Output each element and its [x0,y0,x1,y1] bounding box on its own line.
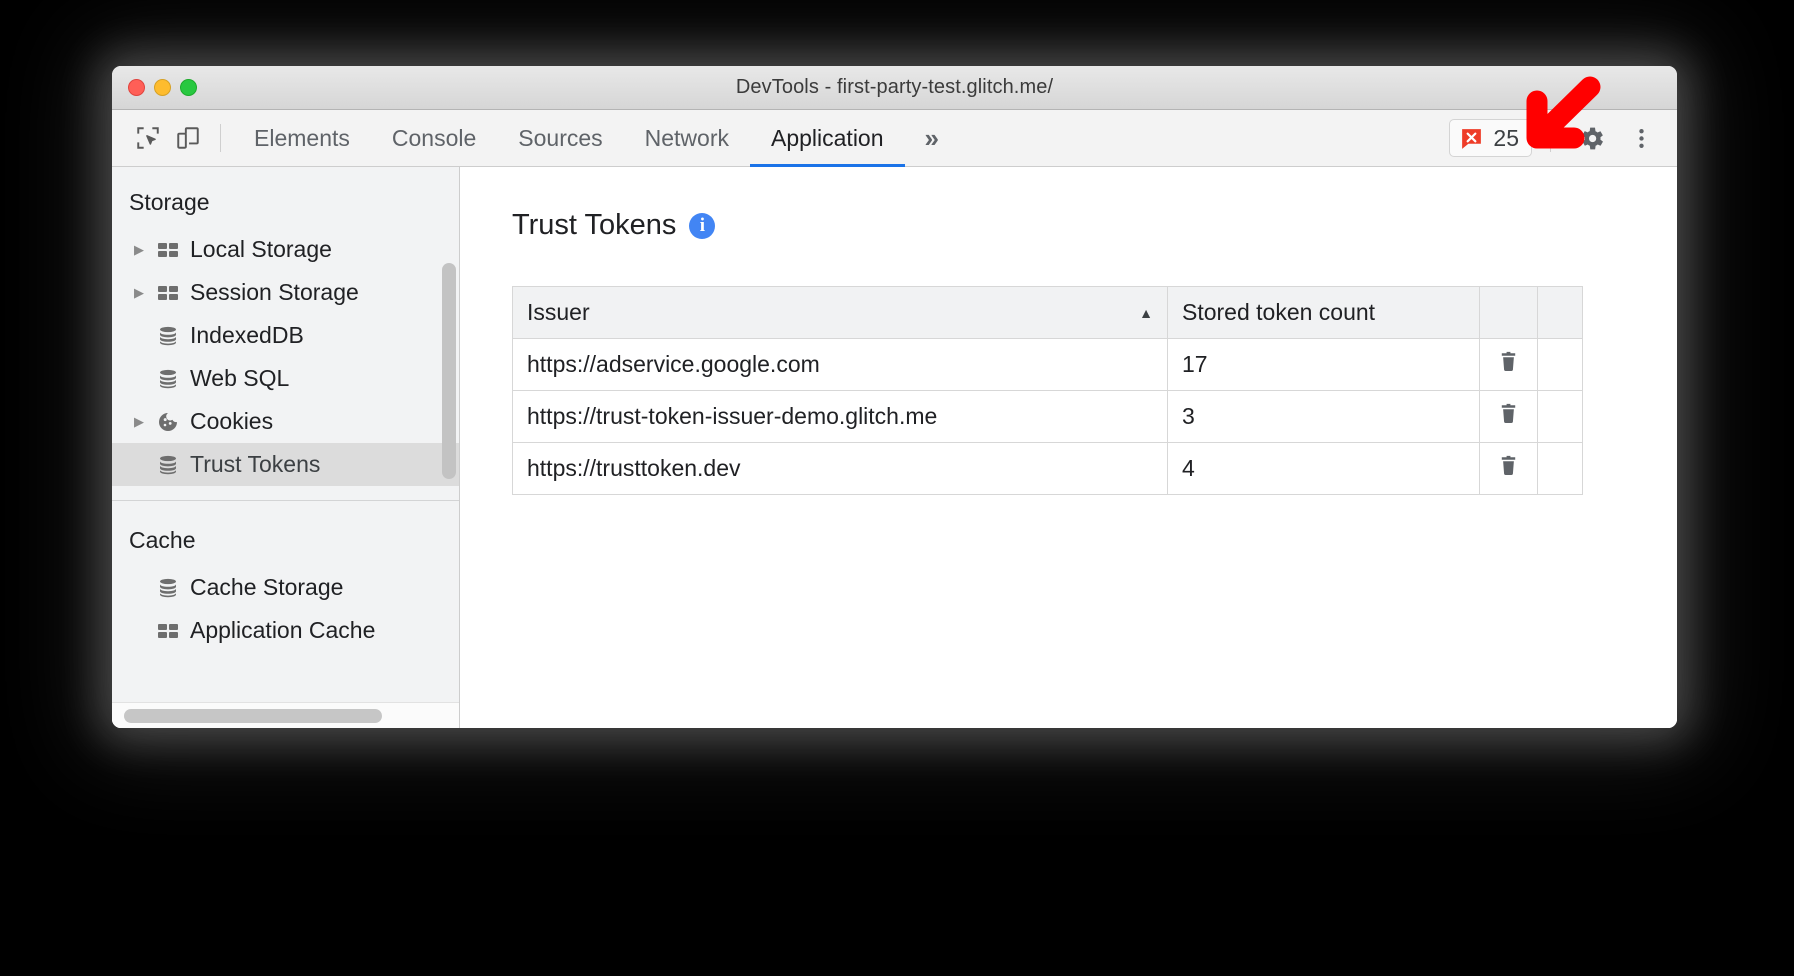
sidebar-item-indexeddb[interactable]: ▶ IndexedDB [112,314,459,357]
sidebar-item-label: Cache Storage [190,574,343,601]
table-row[interactable]: https://adservice.google.com 17 [513,339,1583,391]
sidebar-scroll-area: Storage ▶ Local Storage ▶ Session S [112,167,459,702]
table-row[interactable]: https://trust-token-issuer-demo.glitch.m… [513,391,1583,443]
sidebar-section-storage-title: Storage [112,177,459,228]
cell-issuer: https://trusttoken.dev [513,443,1168,495]
panel-header: Trust Tokens i [512,209,1677,242]
column-header-label: Stored token count [1182,299,1375,325]
cell-filler [1538,443,1583,495]
sidebar-item-label: Session Storage [190,279,359,306]
scrollbar-thumb[interactable] [124,709,382,723]
tab-application[interactable]: Application [750,110,905,167]
toolbar-divider [220,124,221,152]
error-count-label: 25 [1493,125,1519,152]
chevron-right-icon[interactable]: ▶ [134,414,156,430]
more-vertical-icon[interactable] [1619,116,1663,160]
sidebar-item-label: Trust Tokens [190,451,320,478]
table-icon [156,281,190,305]
minimize-window-button[interactable] [154,79,171,96]
red-arrow-annotation-icon [1517,75,1603,162]
sort-ascending-icon: ▲ [1139,305,1153,321]
device-toolbar-icon[interactable] [168,118,208,158]
sidebar-item-label: IndexedDB [190,322,304,349]
cell-token-count: 3 [1168,391,1480,443]
column-header-label: Issuer [527,299,590,326]
trash-icon [1497,402,1520,425]
cell-issuer: https://trust-token-issuer-demo.glitch.m… [513,391,1168,443]
sidebar-vertical-scrollbar[interactable] [442,263,456,479]
sidebar-item-label: Web SQL [190,365,289,392]
tab-elements[interactable]: Elements [233,110,371,167]
database-icon [156,324,190,348]
trash-icon [1497,454,1520,477]
table-icon [156,238,190,262]
screenshot-stage: DevTools - first-party-test.glitch.me/ E… [0,0,1794,976]
sidebar-item-application-cache[interactable]: ▶ Application Cache [112,609,459,652]
sidebar-item-trust-tokens[interactable]: ▶ Trust Tokens [112,443,459,486]
delete-token-button[interactable] [1480,391,1538,443]
tab-label: Network [645,125,729,152]
devtools-toolbar: Elements Console Sources Network Applica… [112,110,1677,167]
tab-label: Elements [254,125,350,152]
sidebar-item-label: Local Storage [190,236,332,263]
delete-token-button[interactable] [1480,339,1538,391]
sidebar-item-label: Application Cache [190,617,375,644]
sidebar-section-cache-title: Cache [112,501,459,566]
close-window-button[interactable] [128,79,145,96]
tab-label: Application [771,125,884,152]
application-sidebar: Storage ▶ Local Storage ▶ Session S [112,167,460,728]
page-title: Trust Tokens [512,209,676,242]
tab-label: Sources [518,125,602,152]
cell-token-count: 4 [1168,443,1480,495]
more-tabs-chevron-icon[interactable]: » [905,123,956,154]
sidebar-item-label: Cookies [190,408,273,435]
chevron-right-icon[interactable]: ▶ [134,285,156,301]
tab-sources[interactable]: Sources [497,110,623,167]
table-row[interactable]: https://trusttoken.dev 4 [513,443,1583,495]
cell-token-count: 17 [1168,339,1480,391]
chevron-right-icon[interactable]: ▶ [134,242,156,258]
column-header-actions[interactable] [1480,287,1538,339]
devtools-window: DevTools - first-party-test.glitch.me/ E… [112,66,1677,728]
cell-filler [1538,339,1583,391]
column-header-stored-token-count[interactable]: Stored token count [1168,287,1480,339]
window-title: DevTools - first-party-test.glitch.me/ [112,76,1677,99]
cell-issuer: https://adservice.google.com [513,339,1168,391]
database-icon [156,367,190,391]
sidebar-item-cookies[interactable]: ▶ Cookies [112,400,459,443]
sidebar-horizontal-scrollbar[interactable] [112,702,459,728]
cell-filler [1538,391,1583,443]
traffic-light-group [112,79,197,96]
trust-tokens-panel: Trust Tokens i Issuer ▲ [460,167,1677,728]
table-icon [156,619,190,643]
tab-console[interactable]: Console [371,110,497,167]
column-header-filler [1538,287,1583,339]
panel-tabs: Elements Console Sources Network Applica… [233,110,905,167]
tab-network[interactable]: Network [624,110,750,167]
zoom-window-button[interactable] [180,79,197,96]
info-icon[interactable]: i [689,213,715,239]
table-header-row: Issuer ▲ Stored token count [513,287,1583,339]
devtools-body: Storage ▶ Local Storage ▶ Session S [112,167,1677,728]
delete-token-button[interactable] [1480,443,1538,495]
inspect-element-icon[interactable] [128,118,168,158]
sidebar-item-local-storage[interactable]: ▶ Local Storage [112,228,459,271]
sidebar-item-web-sql[interactable]: ▶ Web SQL [112,357,459,400]
trust-tokens-table: Issuer ▲ Stored token count [512,286,1583,495]
error-bubble-icon [1459,126,1484,151]
trash-icon [1497,350,1520,373]
database-icon [156,453,190,477]
sidebar-item-session-storage[interactable]: ▶ Session Storage [112,271,459,314]
database-icon [156,576,190,600]
sidebar-item-cache-storage[interactable]: ▶ Cache Storage [112,566,459,609]
tab-label: Console [392,125,476,152]
column-header-issuer[interactable]: Issuer ▲ [513,287,1168,339]
window-title-bar: DevTools - first-party-test.glitch.me/ [112,66,1677,110]
cookie-icon [156,410,190,434]
